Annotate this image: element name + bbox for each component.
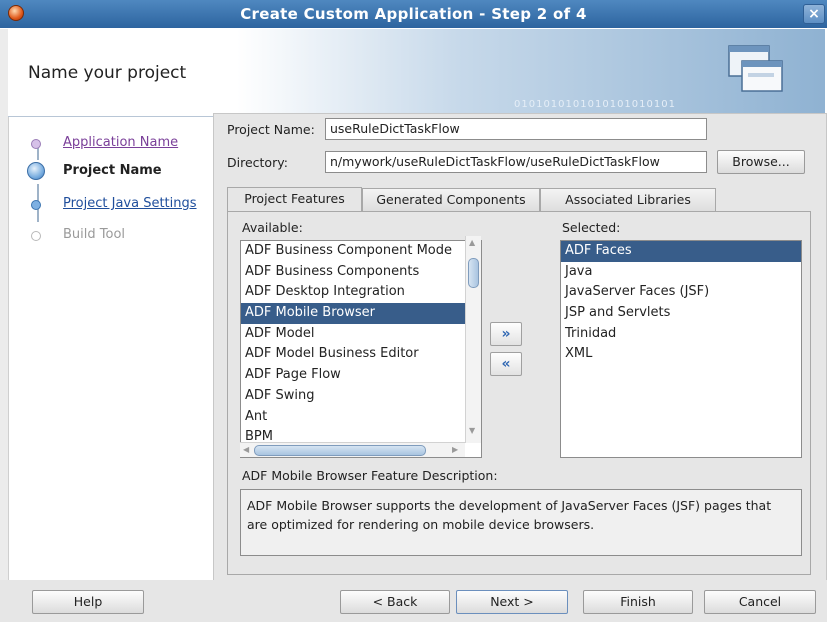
list-item[interactable]: ADF Swing (241, 386, 481, 407)
project-name-label: Project Name: (227, 122, 315, 137)
finish-button[interactable]: Finish (583, 590, 693, 614)
list-item[interactable]: Ant (241, 407, 481, 428)
available-listbox[interactable]: ADF Business Component Mode ADF Business… (240, 240, 482, 458)
close-icon[interactable]: × (803, 4, 825, 24)
list-item-selected[interactable]: ADF Mobile Browser (241, 303, 481, 324)
vertical-scroll-thumb[interactable] (468, 258, 479, 288)
back-button[interactable]: < Back (340, 590, 450, 614)
horizontal-scroll-thumb[interactable] (254, 445, 426, 456)
tab-generated-components[interactable]: Generated Components (362, 188, 540, 211)
feature-description-text: ADF Mobile Browser supports the developm… (240, 489, 802, 556)
list-item[interactable]: ADF Business Components (241, 262, 481, 283)
tab-project-features[interactable]: Project Features (227, 187, 362, 212)
step-disabled-icon (31, 231, 41, 241)
scroll-left-icon[interactable]: ◀ (243, 445, 249, 454)
available-horizontal-scrollbar[interactable]: ◀ ▶ (240, 442, 465, 457)
directory-input[interactable]: n/mywork/useRuleDictTaskFlow/useRuleDict… (325, 151, 707, 173)
wizard-windows-icon (728, 45, 783, 92)
wizard-banner: Name your project 0101010101010101010101 (8, 29, 825, 117)
list-item-selected[interactable]: ADF Faces (561, 241, 801, 262)
wizard-steps: Application Name Project Name Project Ja… (18, 124, 218, 580)
step-project-java-settings[interactable]: Project Java Settings (18, 193, 218, 217)
step-visited-icon (31, 139, 41, 149)
list-item[interactable]: ADF Model Business Editor (241, 344, 481, 365)
available-vertical-scrollbar[interactable]: ▲ ▼ (465, 236, 481, 443)
available-label: Available: (242, 220, 303, 235)
page-title: Name your project (28, 63, 187, 83)
feature-description-label: ADF Mobile Browser Feature Description: (242, 468, 498, 483)
step-application-name[interactable]: Application Name (18, 132, 218, 156)
list-item[interactable]: ADF Page Flow (241, 365, 481, 386)
step-project-name: Project Name (18, 160, 218, 184)
list-item[interactable]: XML (561, 344, 801, 365)
binary-watermark: 0101010101010101010101 (514, 99, 676, 110)
list-item[interactable]: JSP and Servlets (561, 303, 801, 324)
step-build-tool: Build Tool (18, 224, 218, 248)
add-feature-button[interactable]: » (490, 322, 522, 346)
list-item[interactable]: Trinidad (561, 324, 801, 345)
selected-label: Selected: (562, 220, 621, 235)
selected-listbox[interactable]: ADF Faces Java JavaServer Faces (JSF) JS… (560, 240, 802, 458)
tab-associated-libraries[interactable]: Associated Libraries (540, 188, 716, 211)
list-item[interactable]: ADF Desktop Integration (241, 282, 481, 303)
step-pending-icon (31, 200, 41, 210)
scroll-up-icon[interactable]: ▲ (469, 238, 475, 247)
title-bar: Create Custom Application - Step 2 of 4 … (0, 0, 827, 28)
project-name-input[interactable]: useRuleDictTaskFlow (325, 118, 707, 140)
scroll-right-icon[interactable]: ▶ (452, 445, 458, 454)
scroll-down-icon[interactable]: ▼ (469, 426, 475, 435)
list-item[interactable]: Java (561, 262, 801, 283)
step-current-icon (27, 162, 45, 180)
step-label: Build Tool (63, 227, 126, 242)
list-item[interactable]: JavaServer Faces (JSF) (561, 282, 801, 303)
help-button[interactable]: Help (32, 590, 144, 614)
browse-button[interactable]: Browse... (717, 150, 805, 174)
list-item[interactable]: ADF Model (241, 324, 481, 345)
list-item[interactable]: ADF Business Component Mode (241, 241, 481, 262)
cancel-button[interactable]: Cancel (704, 590, 816, 614)
window-left-edge (0, 29, 9, 622)
window-title: Create Custom Application - Step 2 of 4 (240, 5, 587, 23)
step-label: Project Name (63, 163, 162, 178)
step-label: Project Java Settings (63, 196, 197, 211)
step-label: Application Name (63, 135, 179, 150)
directory-label: Directory: (227, 155, 288, 170)
remove-feature-button[interactable]: « (490, 352, 522, 376)
next-button[interactable]: Next > (456, 590, 568, 614)
